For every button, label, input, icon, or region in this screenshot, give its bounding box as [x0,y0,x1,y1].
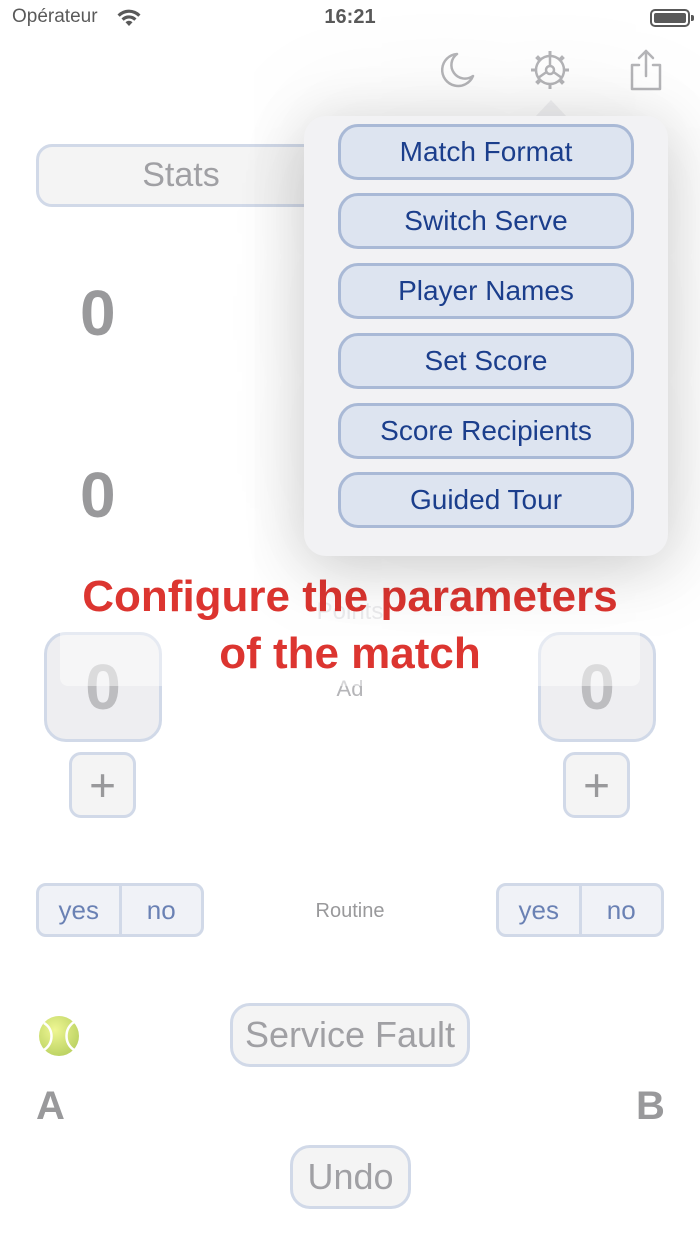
share-icon[interactable] [624,48,668,92]
stats-button[interactable]: Stats [36,144,326,207]
coach-mark-line-1: Configure the parameters [82,572,618,621]
settings-popover: Match Format Switch Serve Player Names S… [304,116,668,556]
coach-mark-text: Configure the parameters of the match [0,568,700,682]
match-format-button[interactable]: Match Format [338,124,634,180]
set-score-button[interactable]: Set Score [338,333,634,389]
status-time: 16:21 [324,6,376,28]
routine-no-b[interactable]: no [578,886,662,934]
games-score-top: 0 [80,277,116,349]
switch-serve-button[interactable]: Switch Serve [338,193,634,249]
games-score-bottom: 0 [80,459,116,531]
player-names-button[interactable]: Player Names [338,263,634,319]
add-point-b-button[interactable]: + [563,752,630,818]
popover-arrow [535,100,567,117]
routine-yes-b[interactable]: yes [499,886,579,934]
tennis-ball-icon [39,1016,79,1056]
moon-icon[interactable] [433,48,477,92]
player-a-label: A [36,1084,65,1128]
player-b-label: B [636,1084,665,1128]
service-fault-button[interactable]: Service Fault [230,1003,470,1067]
score-recipients-button[interactable]: Score Recipients [338,403,634,459]
coach-mark-line-2: of the match [219,629,481,678]
guided-tour-button[interactable]: Guided Tour [338,472,634,528]
routine-toggle-b: yes no [496,883,664,937]
add-point-a-button[interactable]: + [69,752,136,818]
undo-button[interactable]: Undo [290,1145,411,1209]
battery-icon [650,9,694,27]
gear-icon[interactable] [528,48,572,92]
status-bar: Opérateur 16:21 [0,0,700,40]
